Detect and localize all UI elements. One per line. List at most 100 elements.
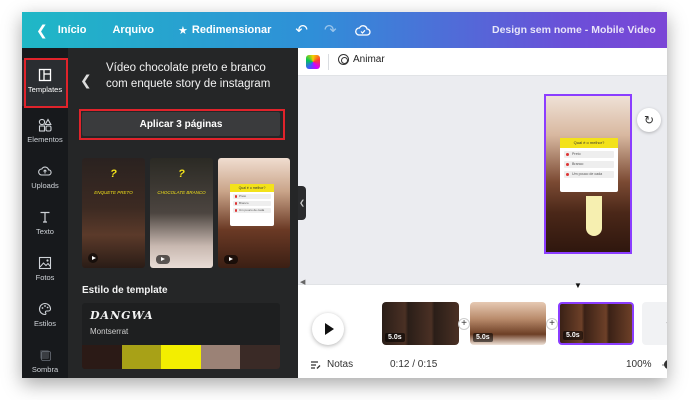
template-page-1[interactable]: ? ENQUETE PRETO xyxy=(82,158,145,268)
canva-editor-window: ❮ Início Arquivo ★ Redimensionar ↶ ↷ Des… xyxy=(22,12,667,378)
canvas-poll-title: Qual é o melhor? xyxy=(560,138,618,148)
resize-button[interactable]: ★ Redimensionar xyxy=(178,24,271,37)
animate-label: Animar xyxy=(353,54,385,65)
add-page-button[interactable]: + xyxy=(642,302,667,345)
template-page-3[interactable]: Qual é o melhor? Preto Branco Um pouco d… xyxy=(218,158,290,268)
style-heading-font: DANGWA xyxy=(90,309,154,322)
shadow-icon xyxy=(40,350,51,361)
play-button[interactable] xyxy=(312,313,344,345)
design-title[interactable]: Design sem nome - Mobile Video xyxy=(492,24,656,36)
page-caption: ENQUETE PRETO xyxy=(94,190,133,195)
poll-option: Um pouco de cada xyxy=(233,208,271,213)
shapes-icon xyxy=(38,118,52,132)
editor-area: Animar Qual é o melhor? Preto Branco Um … xyxy=(298,48,667,378)
notes-button[interactable]: Notas xyxy=(310,359,353,370)
template-title: Vídeo chocolate preto e branco com enque… xyxy=(106,62,271,90)
poll-option: Preto xyxy=(233,194,271,199)
template-page-2[interactable]: ? CHOCOLATE BRANCO xyxy=(150,158,213,268)
rail-label-shadow: Sombra xyxy=(31,365,59,374)
rail-label-elements: Elementos xyxy=(27,135,63,144)
zoom-level[interactable]: 100% xyxy=(626,359,652,370)
color-swatch[interactable] xyxy=(121,345,162,369)
text-icon xyxy=(40,211,50,223)
canvas-poll-option: Um pouco de cada xyxy=(564,171,614,178)
timeline-clip-1[interactable]: 5.0s xyxy=(382,302,459,345)
rail-item-shadow[interactable]: Sombra xyxy=(22,348,68,374)
highlight-box-templates xyxy=(24,58,68,108)
rail-item-uploads[interactable]: Uploads xyxy=(22,164,68,190)
canvas-poll-option: Preto xyxy=(564,151,614,158)
home-button[interactable]: ❮ Início xyxy=(36,22,86,39)
design-canvas-page[interactable]: Qual é o melhor? Preto Branco Um pouco d… xyxy=(544,94,632,254)
video-icon xyxy=(156,255,170,264)
cloud-upload-icon xyxy=(38,166,52,176)
palette-icon xyxy=(39,302,52,316)
redo-icon: ↷ xyxy=(323,22,337,39)
notes-icon xyxy=(311,360,321,369)
sparkle-icon: ★ xyxy=(178,24,188,37)
canvas-poll-card[interactable]: Qual é o melhor? Preto Branco Um pouco d… xyxy=(560,138,618,192)
playhead-marker-icon[interactable]: ▼ xyxy=(574,281,582,290)
template-style-heading: Estilo de template xyxy=(82,285,168,296)
notes-label: Notas xyxy=(327,359,354,370)
animate-button[interactable]: Animar xyxy=(338,54,385,65)
templates-panel: ❮ Vídeo chocolate preto e branco com enq… xyxy=(68,48,298,378)
color-swatch[interactable] xyxy=(161,345,201,369)
rail-item-text[interactable]: Texto xyxy=(22,210,68,236)
rail-item-elements[interactable]: Elementos xyxy=(22,118,68,144)
color-swatch[interactable] xyxy=(240,345,280,369)
zoom-slider[interactable] xyxy=(662,360,667,369)
clip-duration: 5.0s xyxy=(385,333,405,342)
cloud-save-button[interactable] xyxy=(354,24,371,36)
rail-item-styles[interactable]: Estilos xyxy=(22,302,68,328)
animate-icon xyxy=(338,54,349,65)
cloud-check-icon xyxy=(354,25,371,36)
style-body-font: Montserrat xyxy=(90,327,129,336)
refresh-icon: ↻ xyxy=(643,113,655,127)
chevron-left-icon: ❮ xyxy=(36,21,48,38)
poll-title: Qual é o melhor? xyxy=(230,184,274,192)
video-icon xyxy=(224,255,238,264)
timeline-clip-2[interactable]: 5.0s xyxy=(470,302,546,345)
color-swatch[interactable] xyxy=(82,345,122,369)
rail-label-photos: Fotos xyxy=(35,273,55,282)
template-pages: ? ENQUETE PRETO ? CHOCOLATE BRANCO Qual … xyxy=(82,158,290,268)
canvas-poll-option: Branco xyxy=(564,161,614,168)
color-swatches xyxy=(82,345,280,369)
page-logo: ? xyxy=(178,168,185,180)
color-swatch[interactable] xyxy=(200,345,241,369)
scroll-left-icon[interactable]: ◀ xyxy=(300,278,305,286)
top-bar: ❮ Início Arquivo ★ Redimensionar ↶ ↷ Des… xyxy=(22,12,667,48)
undo-icon: ↶ xyxy=(295,22,308,39)
page-logo: ? xyxy=(110,168,117,180)
chocolate-drip-shape xyxy=(586,196,602,236)
file-menu-button[interactable]: Arquivo xyxy=(112,24,154,36)
editor-toolbar: Animar xyxy=(298,48,667,76)
back-chevron-icon[interactable]: ❮ xyxy=(80,72,92,89)
add-transition-button[interactable]: + xyxy=(458,318,470,330)
rail-item-photos[interactable]: Fotos xyxy=(22,256,68,282)
resize-label: Redimensionar xyxy=(191,24,272,36)
add-transition-button[interactable]: + xyxy=(546,318,558,330)
chevron-left-icon: ❮ xyxy=(299,200,305,207)
rail-label-styles: Estilos xyxy=(33,319,57,328)
file-label: Arquivo xyxy=(112,24,155,36)
page-caption: CHOCOLATE BRANCO xyxy=(157,190,206,195)
toolbar-divider xyxy=(328,54,329,70)
rail-label-uploads: Uploads xyxy=(31,181,59,190)
timeline-clip-3[interactable]: 5.0s xyxy=(558,302,634,345)
side-nav-rail: Templates Elementos Uploads Texto Fotos … xyxy=(22,48,68,378)
rotate-page-button[interactable]: ↻ xyxy=(637,108,661,132)
redo-button[interactable]: ↷ xyxy=(324,21,337,39)
playback-time: 0:12 / 0:15 xyxy=(390,359,438,370)
collapse-panel-button[interactable]: ❮ xyxy=(298,186,306,220)
color-picker-icon[interactable] xyxy=(306,55,320,69)
timeline: ◀ ▼ 5.0s + 5.0s + 5.0s + Notas 0:12 / 0:… xyxy=(298,279,667,378)
undo-button[interactable]: ↶ xyxy=(295,21,308,39)
template-style-card[interactable]: DANGWA Montserrat xyxy=(82,303,280,369)
home-label: Início xyxy=(57,24,87,36)
poll-card: Qual é o melhor? Preto Branco Um pouco d… xyxy=(230,184,274,226)
clip-duration: 5.0s xyxy=(563,331,583,340)
poll-option: Branco xyxy=(233,201,271,206)
highlight-box-apply xyxy=(79,109,285,140)
